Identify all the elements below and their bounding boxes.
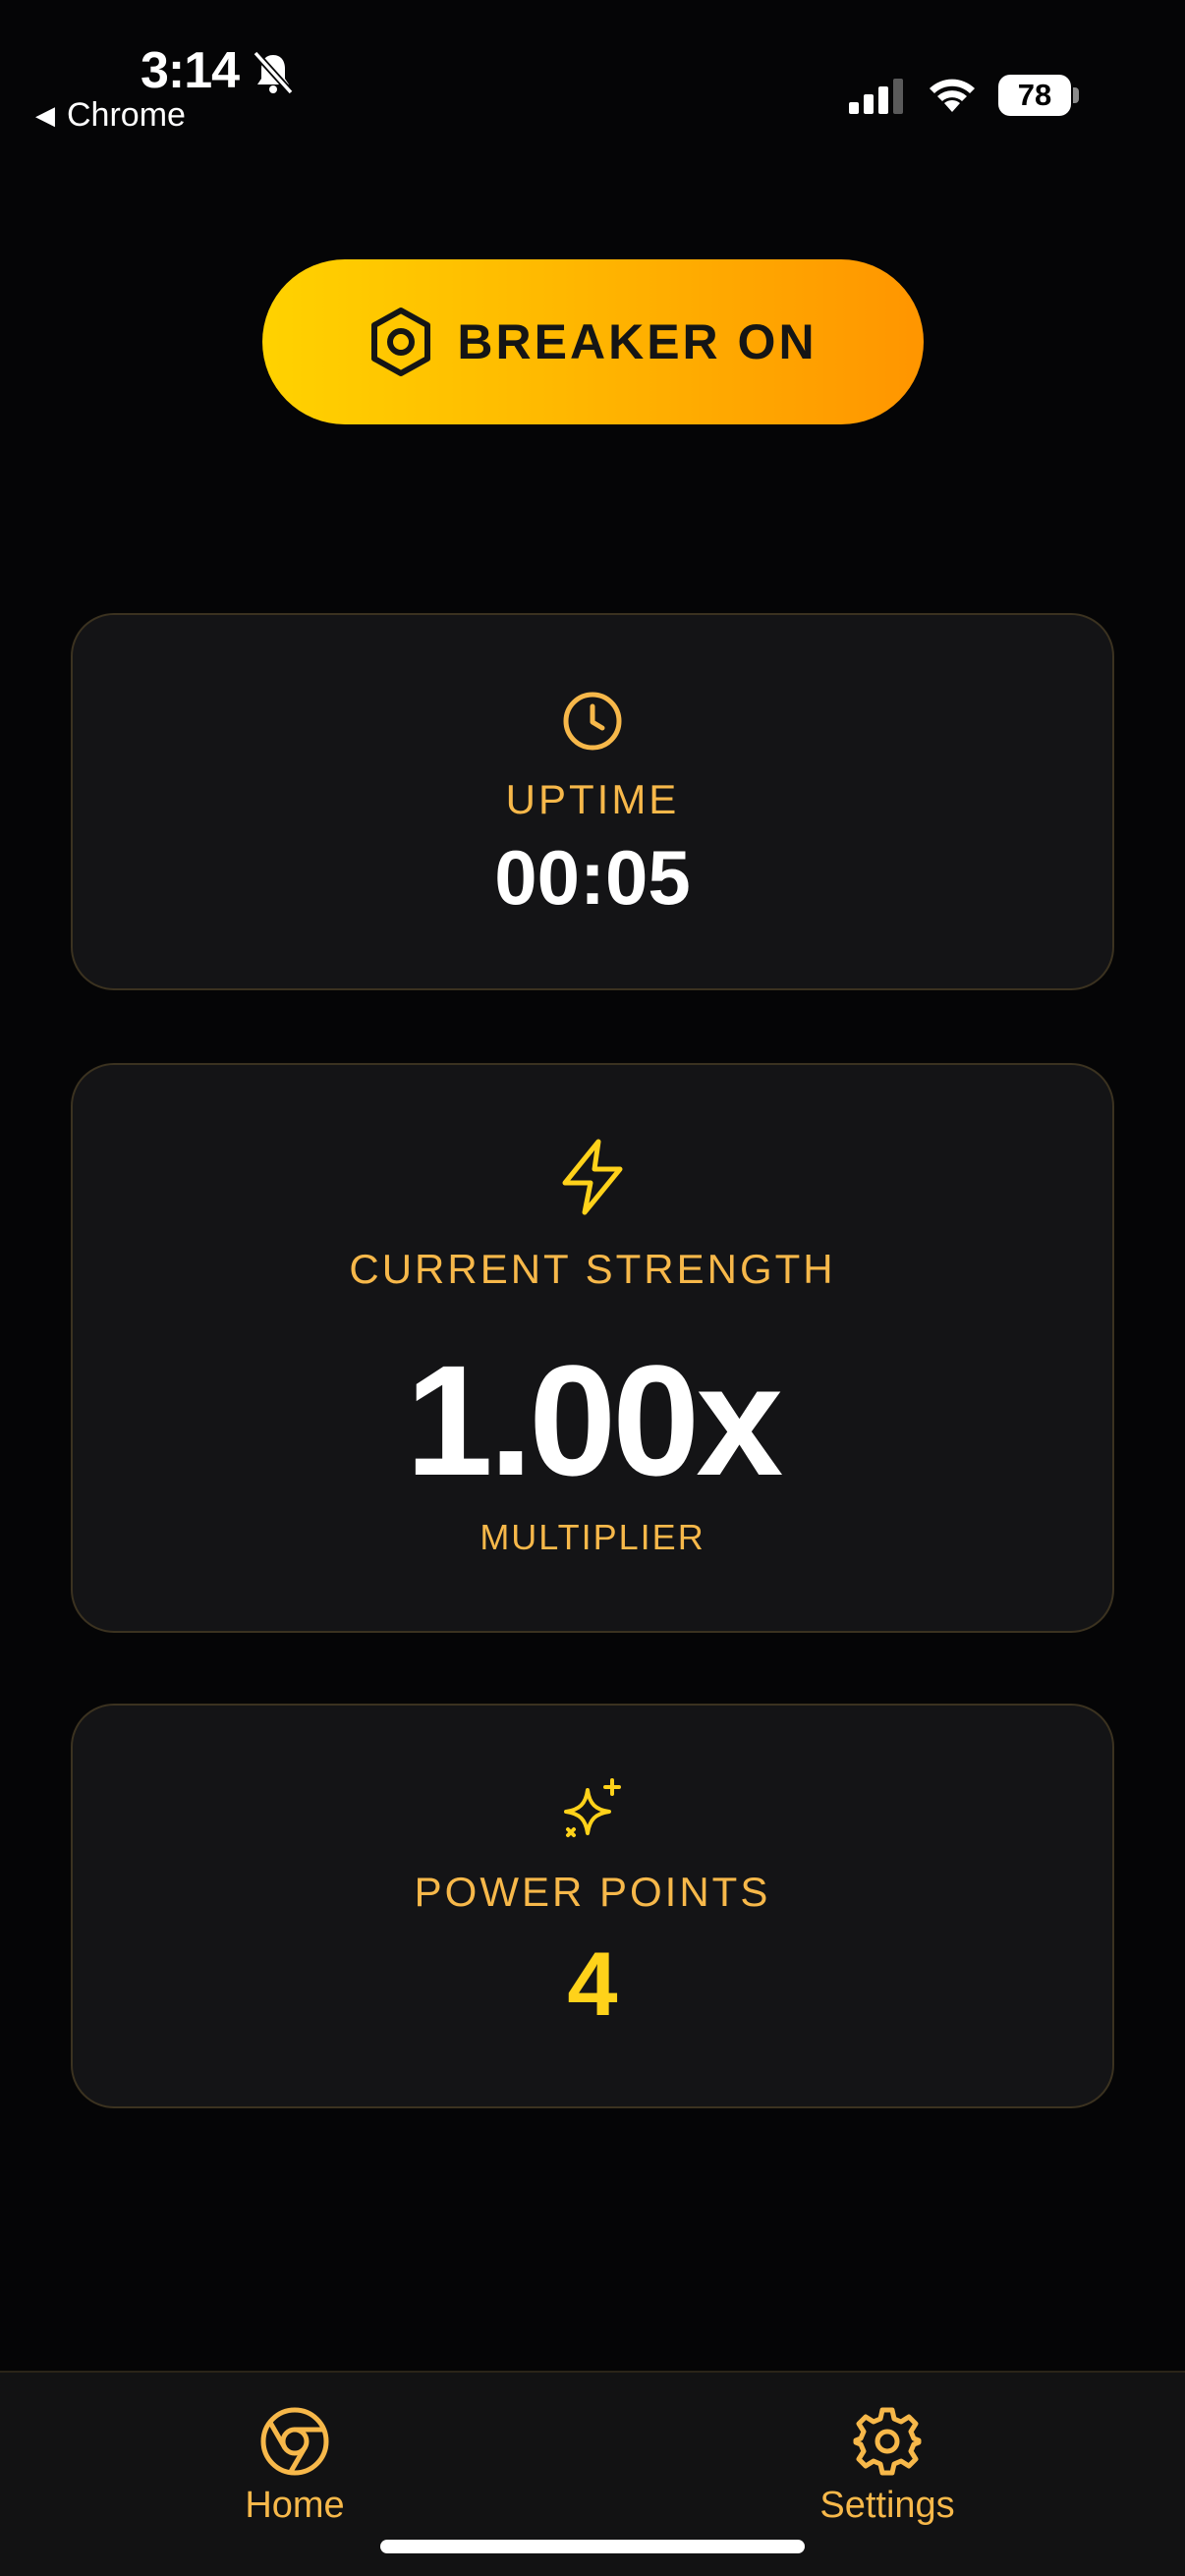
current-strength-card: CURRENT STRENGTH 1.00x MULTIPLIER bbox=[71, 1063, 1114, 1633]
wifi-icon bbox=[930, 79, 975, 112]
current-strength-label: CURRENT STRENGTH bbox=[349, 1246, 836, 1292]
battery-cap bbox=[1073, 87, 1079, 103]
power-points-label: POWER POINTS bbox=[414, 1869, 771, 1915]
bell-muted-icon bbox=[253, 50, 294, 95]
sparkles-icon bbox=[564, 1778, 621, 1837]
power-points-card: POWER POINTS 4 bbox=[71, 1704, 1114, 2108]
breaker-label: BREAKER ON bbox=[457, 314, 818, 369]
power-points-value: 4 bbox=[567, 1934, 618, 2035]
back-app-label: Chrome bbox=[67, 96, 186, 134]
gear-icon bbox=[853, 2407, 922, 2476]
battery-level: 78 bbox=[998, 75, 1071, 116]
multiplier-label: MULTIPLIER bbox=[480, 1517, 705, 1557]
breaker-toggle-button[interactable]: BREAKER ON bbox=[262, 259, 924, 424]
nav-settings-label: Settings bbox=[819, 2485, 955, 2526]
chrome-logo-icon bbox=[260, 2407, 329, 2476]
nav-home-label: Home bbox=[245, 2485, 345, 2526]
uptime-card: UPTIME 00:05 bbox=[71, 613, 1114, 990]
nav-item-home[interactable]: Home bbox=[177, 2394, 413, 2527]
back-arrow-icon: ◀ bbox=[35, 100, 55, 130]
uptime-label: UPTIME bbox=[505, 776, 680, 822]
clock-icon bbox=[563, 692, 622, 751]
nav-item-settings[interactable]: Settings bbox=[769, 2394, 1005, 2527]
battery-indicator: 78 bbox=[998, 75, 1079, 116]
home-indicator[interactable] bbox=[380, 2540, 805, 2553]
status-time: 3:14 bbox=[141, 42, 240, 99]
uptime-value: 00:05 bbox=[494, 834, 691, 921]
current-strength-value: 1.00x bbox=[405, 1332, 783, 1508]
back-to-app-link[interactable]: ◀ Chrome bbox=[35, 96, 186, 135]
lightning-bolt-icon bbox=[562, 1139, 623, 1215]
app-screen: 3:14 ◀ Chrome 78 BREAKER ON UPTIME 00:05… bbox=[0, 0, 1185, 2576]
hexagon-nut-icon bbox=[371, 308, 431, 376]
cellular-signal-icon bbox=[849, 79, 903, 114]
